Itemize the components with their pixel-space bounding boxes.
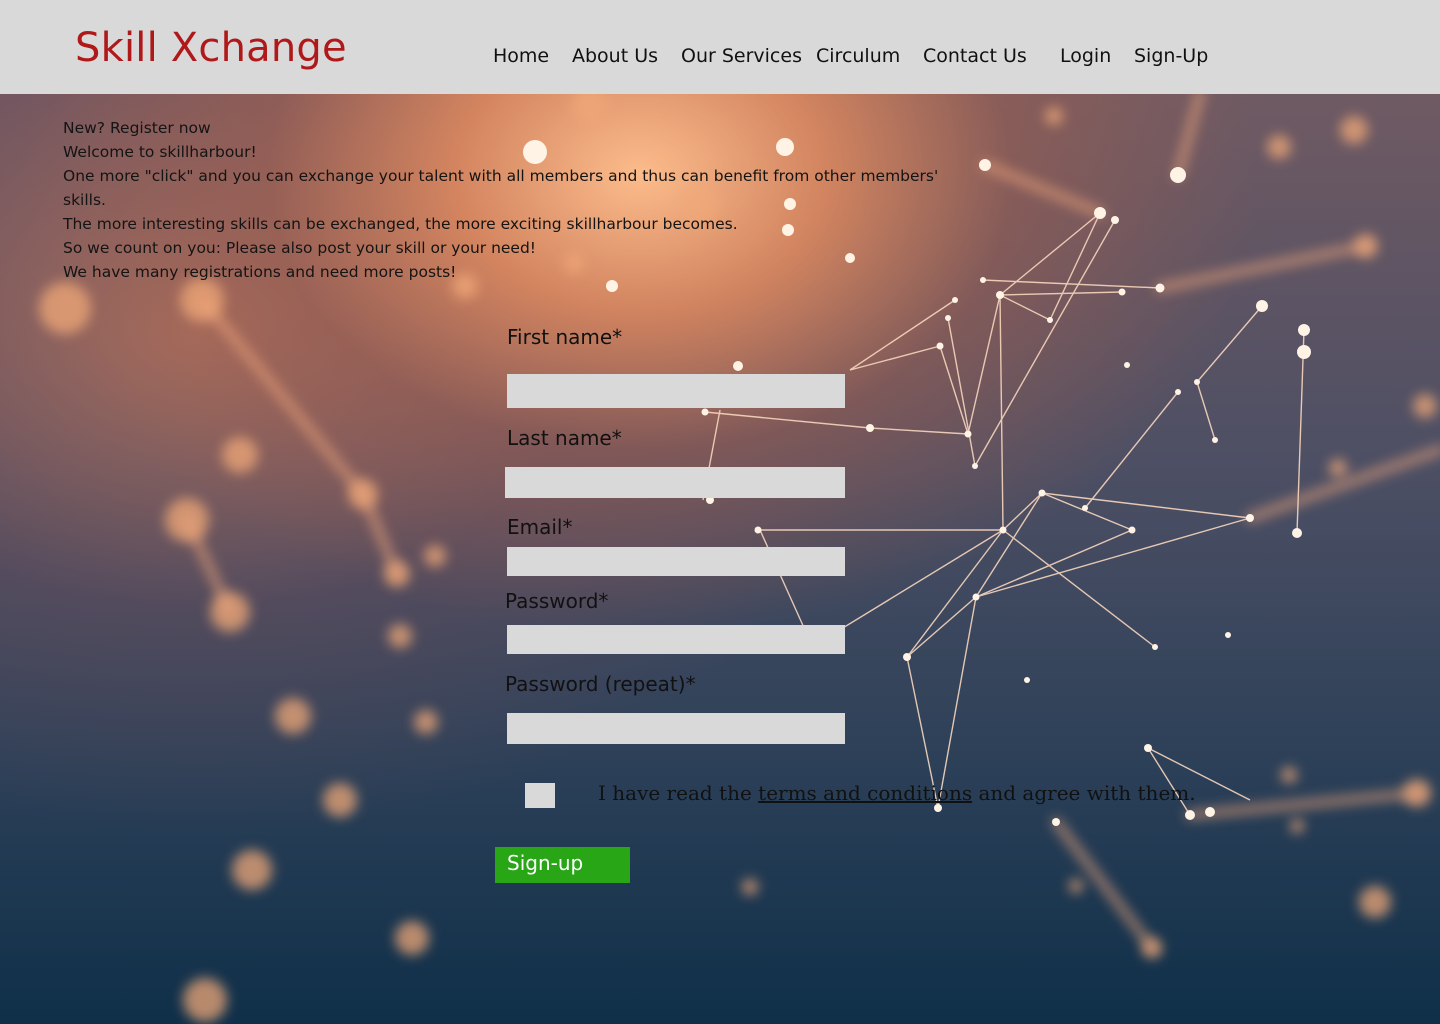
site-logo[interactable]: Skill Xchange (75, 24, 347, 72)
intro-line: One more "click" and you can exchange yo… (63, 167, 939, 185)
password-label: Password* (505, 589, 609, 613)
nav-about-us[interactable]: About Us (572, 45, 658, 68)
page-content: New? Register now Welcome to skillharbou… (0, 0, 1440, 1024)
nav-our-services[interactable]: Our Services (681, 45, 802, 68)
intro-line: The more interesting skills can be excha… (63, 215, 738, 233)
nav-contact-us[interactable]: Contact Us (923, 45, 1027, 68)
intro-line: We have many registrations and need more… (63, 263, 457, 281)
intro-line: So we count on you: Please also post you… (63, 239, 537, 257)
intro-line: skills. (63, 191, 106, 209)
last-name-label: Last name* (507, 426, 622, 450)
terms-agreement-text: I have read the terms and conditions and… (598, 781, 1196, 805)
email-label: Email* (507, 515, 573, 539)
email-input[interactable] (507, 547, 845, 576)
site-header: Skill Xchange Home About Us Our Services… (0, 0, 1440, 94)
intro-line: Welcome to skillharbour! (63, 143, 257, 161)
sign-up-button[interactable]: Sign-up (495, 847, 630, 883)
password-input[interactable] (507, 625, 845, 654)
first-name-label: First name* (507, 325, 623, 349)
terms-text-after: and agree with them. (972, 781, 1196, 805)
nav-home[interactable]: Home (493, 45, 549, 68)
nav-login[interactable]: Login (1060, 45, 1111, 68)
nav-sign-up[interactable]: Sign-Up (1134, 45, 1208, 68)
first-name-input[interactable] (507, 374, 845, 408)
intro-text: New? Register now Welcome to skillharbou… (63, 116, 963, 284)
password-repeat-label: Password (repeat)* (505, 672, 696, 696)
terms-checkbox[interactable] (525, 783, 555, 808)
nav-circulum[interactable]: Circulum (816, 45, 900, 68)
terms-and-conditions-link[interactable]: terms and conditions (758, 781, 972, 805)
intro-heading: New? Register now (63, 119, 211, 137)
password-repeat-input[interactable] (507, 713, 845, 744)
terms-text-before: I have read the (598, 781, 759, 805)
last-name-input[interactable] (505, 467, 845, 498)
